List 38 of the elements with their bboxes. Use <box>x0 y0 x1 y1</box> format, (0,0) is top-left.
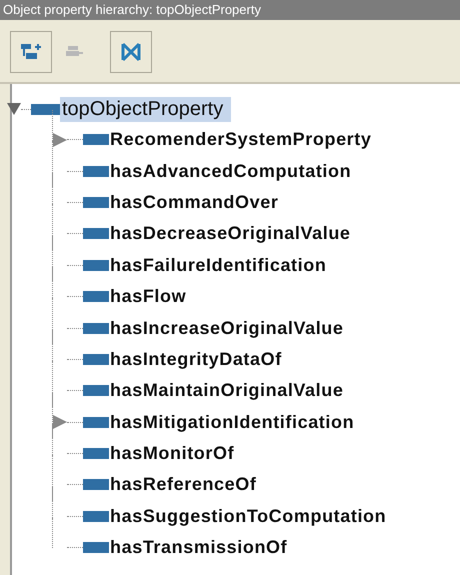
property-icon <box>83 479 109 490</box>
collapse-icon <box>120 42 142 62</box>
property-icon <box>83 260 109 271</box>
property-icon <box>83 228 109 240</box>
property-icon <box>83 322 109 334</box>
property-icon <box>83 448 109 460</box>
property-icon <box>83 134 109 146</box>
property-icon <box>83 510 109 522</box>
tree-item[interactable]: hasReferenceOf <box>109 474 256 496</box>
property-icon <box>83 542 109 554</box>
tree-item[interactable]: hasMitigationIdentification <box>109 412 354 433</box>
tree-item[interactable]: hasSuggestionToComputation <box>109 506 386 527</box>
tree-item[interactable]: hasIntegrityDataOf <box>109 348 282 370</box>
property-icon <box>31 104 61 114</box>
hierarchy-add-icon <box>20 43 42 61</box>
tree-item[interactable]: hasFailureIdentification <box>109 254 326 276</box>
collapse-button[interactable] <box>110 31 152 73</box>
tree-item[interactable]: hasCommandOver <box>109 192 278 213</box>
tree-item[interactable]: hasMonitorOf <box>109 443 234 464</box>
expanded-arrow-icon[interactable] <box>7 103 21 115</box>
tree-item[interactable]: hasDecreaseOriginalValue <box>109 223 351 244</box>
property-icon <box>83 166 109 177</box>
tree-item[interactable]: hasFlow <box>109 286 186 308</box>
property-icon <box>83 354 109 365</box>
property-icon <box>83 291 109 302</box>
tree-item[interactable]: topObjectProperty <box>60 96 232 122</box>
collapsed-arrow-icon[interactable] <box>53 132 67 147</box>
property-icon <box>83 385 109 396</box>
panel-title: Object property hierarchy: topObjectProperty <box>0 0 460 20</box>
tree-item[interactable]: hasTransmissionOf <box>109 537 288 558</box>
tree-item[interactable]: hasMaintainOriginalValue <box>109 380 344 402</box>
add-subproperty-button[interactable] <box>10 31 52 73</box>
property-icon <box>83 416 109 428</box>
tree-item[interactable]: RecomenderSystemProperty <box>109 129 372 150</box>
tree-item[interactable]: hasAdvancedComputation <box>109 160 352 182</box>
property-icon <box>83 196 109 208</box>
tree-item[interactable]: hasIncreaseOriginalValue <box>109 318 344 339</box>
collapsed-arrow-icon[interactable] <box>53 415 67 430</box>
